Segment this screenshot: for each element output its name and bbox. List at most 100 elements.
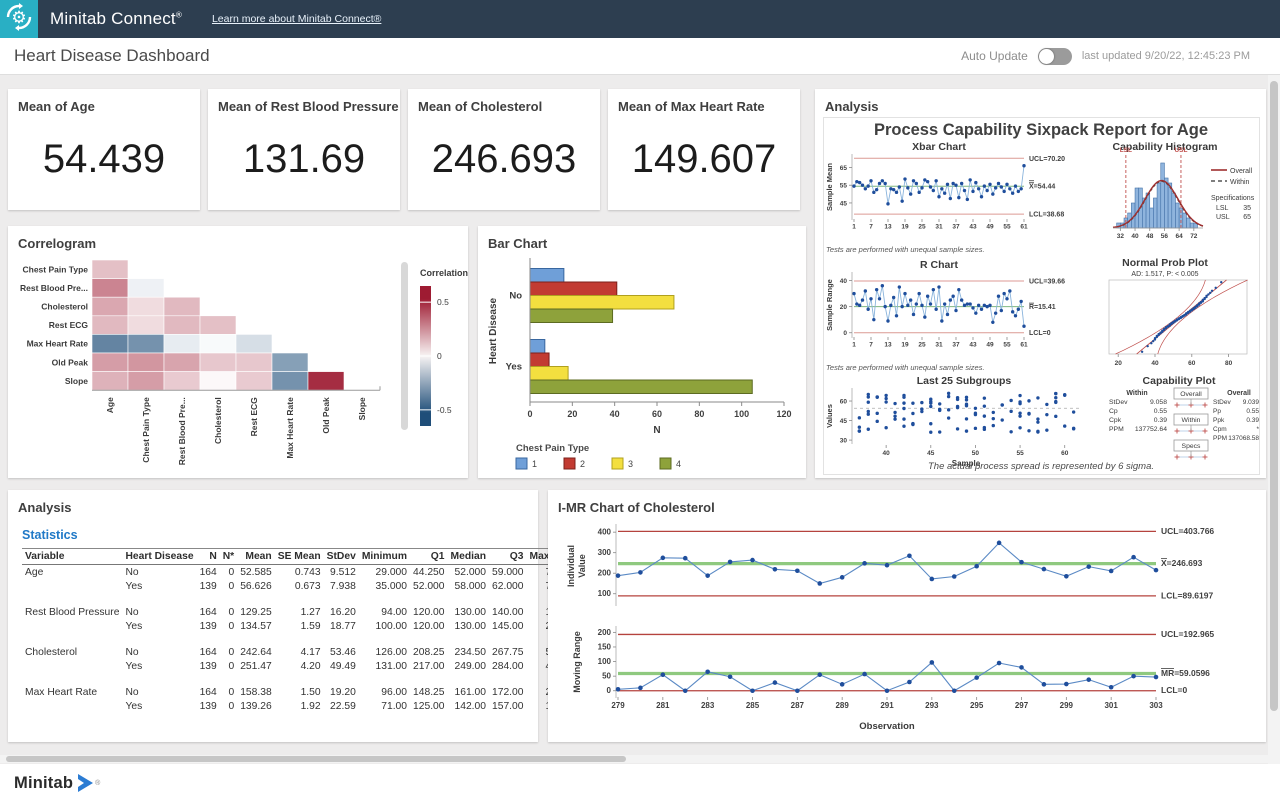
table-cell: 52.585 xyxy=(237,565,275,580)
svg-text:Xbar Chart: Xbar Chart xyxy=(912,141,966,153)
table-cell: 129.25 xyxy=(237,605,275,619)
svg-text:Overall: Overall xyxy=(1180,391,1202,398)
svg-text:30: 30 xyxy=(840,438,848,445)
svg-text:Tests are performed with unequ: Tests are performed with unequal sample … xyxy=(826,245,985,254)
svg-text:Yes: Yes xyxy=(506,362,522,373)
table-cell: 208.25 xyxy=(410,645,448,659)
svg-text:Normal Prob Plot: Normal Prob Plot xyxy=(1122,257,1208,269)
svg-text:80: 80 xyxy=(1225,360,1233,367)
table-cell: 59.000 xyxy=(489,565,527,580)
svg-text:49: 49 xyxy=(986,342,994,349)
svg-text:Slope: Slope xyxy=(65,376,88,386)
svg-text:Old Peak: Old Peak xyxy=(52,357,89,367)
svg-text:Chest Pain Type: Chest Pain Type xyxy=(141,397,151,463)
svg-text:The actual process spread is r: The actual process spread is represented… xyxy=(928,461,1154,472)
table-cell: Max Heart Rate xyxy=(22,685,122,699)
svg-text:31: 31 xyxy=(935,342,943,349)
table-cell: 142.00 xyxy=(448,699,489,713)
table-cell: 161.00 xyxy=(448,685,489,699)
svg-text:13: 13 xyxy=(884,342,892,349)
table-cell: 52.000 xyxy=(448,565,489,580)
svg-text:Values: Values xyxy=(825,404,834,428)
svg-text:40: 40 xyxy=(1151,360,1159,367)
svg-text:USL: USL xyxy=(1174,147,1187,154)
svg-text:PPM: PPM xyxy=(1109,426,1124,433)
svg-text:40: 40 xyxy=(840,278,848,285)
svg-text:50: 50 xyxy=(602,672,611,681)
table-cell: Age xyxy=(22,565,122,580)
svg-text:StDev: StDev xyxy=(1213,399,1231,406)
statistics-table-header: VariableHeart DiseaseNN*MeanSE MeanStDev… xyxy=(22,549,580,565)
vertical-scrollbar[interactable] xyxy=(1268,75,1280,764)
svg-text:LSL: LSL xyxy=(1216,205,1229,212)
table-cell: 164 xyxy=(197,685,220,699)
svg-text:R Chart: R Chart xyxy=(920,259,958,271)
table-cell: 4.20 xyxy=(275,659,324,673)
table-cell: 284.00 xyxy=(489,659,527,673)
svg-text:Rest Blood Pre...: Rest Blood Pre... xyxy=(20,283,88,293)
svg-text:7: 7 xyxy=(869,342,873,349)
page-title: Heart Disease Dashboard xyxy=(14,46,210,66)
horizontal-scrollbar[interactable] xyxy=(0,755,1268,763)
svg-text:Rest Blood Pre...: Rest Blood Pre... xyxy=(177,397,187,465)
svg-text:1: 1 xyxy=(532,459,537,469)
svg-text:72: 72 xyxy=(1190,233,1198,240)
svg-text:UCL=70.20: UCL=70.20 xyxy=(1029,156,1065,163)
heart-disease-bar-chart: NoYes020406080100120NHeart DiseaseChest … xyxy=(482,252,804,476)
toggle-knob xyxy=(1039,49,1054,64)
imr-chart-panel: I-MR Chart of Cholesterol 100200300400UC… xyxy=(548,490,1266,742)
svg-text:45: 45 xyxy=(840,200,848,207)
svg-text:StDev: StDev xyxy=(1109,399,1128,406)
kpi-card-mean-cholesterol: Mean of Cholesterol 246.693 xyxy=(408,89,600,210)
svg-text:45: 45 xyxy=(927,450,935,457)
svg-text:0: 0 xyxy=(437,351,442,361)
svg-text:20: 20 xyxy=(567,409,577,419)
svg-text:80: 80 xyxy=(694,409,704,419)
svg-text:43: 43 xyxy=(969,224,977,231)
learn-more-link[interactable]: Learn more about Minitab Connect® xyxy=(212,13,381,25)
table-cell: 0 xyxy=(220,579,237,593)
svg-text:Value: Value xyxy=(577,554,587,578)
svg-text:Ppk: Ppk xyxy=(1213,417,1225,424)
minitab-connect-logo[interactable]: ⚙ xyxy=(0,0,38,38)
table-cell: 139 xyxy=(197,659,220,673)
imr-individual-value-chart: 100200300400UCL=403.766X=246.693LCL=89.6… xyxy=(560,518,1254,622)
svg-text:Specs: Specs xyxy=(1182,443,1201,450)
table-cell: Rest Blood Pressure xyxy=(22,605,122,619)
auto-update-label: Auto Update xyxy=(961,49,1028,63)
table-cell: No xyxy=(122,645,196,659)
table-cell: 267.75 xyxy=(489,645,527,659)
svg-text:40: 40 xyxy=(1131,233,1139,240)
svg-text:43: 43 xyxy=(969,342,977,349)
svg-text:40: 40 xyxy=(883,450,891,457)
table-cell: 234.50 xyxy=(448,645,489,659)
panel-title: Correlogram xyxy=(18,236,96,251)
table-cell: 148.25 xyxy=(410,685,448,699)
svg-text:Cp: Cp xyxy=(1109,408,1118,415)
vertical-scrollbar-thumb[interactable] xyxy=(1270,81,1278,711)
svg-text:60: 60 xyxy=(840,399,848,406)
statistics-subtitle: Statistics xyxy=(22,528,78,542)
svg-text:289: 289 xyxy=(835,701,849,710)
top-navbar: ⚙ Minitab Connect® Learn more about Mini… xyxy=(0,0,1280,38)
svg-text:55: 55 xyxy=(1003,224,1011,231)
table-cell: 1.59 xyxy=(275,619,324,633)
table-cell: 96.00 xyxy=(359,685,410,699)
kpi-value: 54.439 xyxy=(8,137,200,182)
svg-text:60: 60 xyxy=(1188,360,1196,367)
table-cell: 164 xyxy=(197,605,220,619)
svg-text:150: 150 xyxy=(598,642,612,651)
table-row: Max Heart RateNo1640158.381.5019.2096.00… xyxy=(22,685,580,699)
svg-text:61: 61 xyxy=(1020,224,1028,231)
horizontal-scrollbar-thumb[interactable] xyxy=(6,756,626,762)
auto-update-toggle[interactable] xyxy=(1038,48,1072,65)
table-cell: 120.00 xyxy=(410,605,448,619)
table-header-cell: Heart Disease xyxy=(122,549,196,565)
svg-text:LCL=89.6197: LCL=89.6197 xyxy=(1161,590,1213,600)
table-cell: 44.250 xyxy=(410,565,448,580)
svg-text:279: 279 xyxy=(611,701,625,710)
table-cell: No xyxy=(122,685,196,699)
svg-text:9.058: 9.058 xyxy=(1150,399,1167,406)
svg-text:R=15.41: R=15.41 xyxy=(1029,304,1056,311)
table-cell: 35.000 xyxy=(359,579,410,593)
